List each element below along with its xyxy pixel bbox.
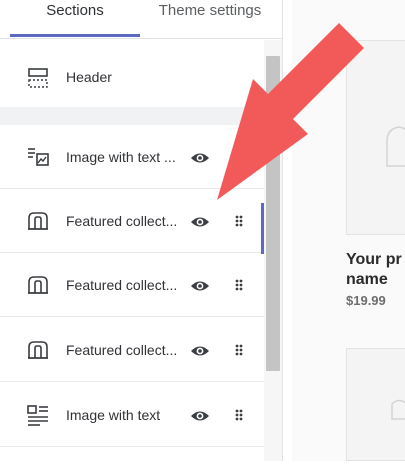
- product-price: $19.99: [346, 293, 386, 308]
- section-item-header[interactable]: Header: [0, 45, 264, 107]
- product-placeholder-icon: [386, 126, 405, 167]
- section-label: Image with text ...: [66, 149, 176, 165]
- section-item-featured-collection[interactable]: Featured collect...: [0, 189, 264, 253]
- section-label: Header: [66, 69, 112, 85]
- sections-panel: Sections Theme settings Header Image wit…: [0, 0, 283, 461]
- drag-handle-icon[interactable]: [233, 408, 245, 422]
- active-tab-indicator: [10, 34, 140, 37]
- eye-icon[interactable]: [190, 343, 210, 359]
- text-columns-icon: [27, 405, 48, 426]
- image-with-text-icon: [28, 148, 49, 166]
- section-label: Image with text: [66, 407, 161, 423]
- drag-handle-icon[interactable]: [233, 214, 245, 228]
- eye-icon[interactable]: [190, 214, 210, 230]
- section-item-featured-collection[interactable]: Featured collect...: [0, 318, 264, 382]
- eye-icon[interactable]: [190, 278, 210, 294]
- tab-sections-label: Sections: [46, 2, 104, 19]
- tab-theme-settings-label: Theme settings: [158, 2, 262, 19]
- eye-icon[interactable]: [190, 150, 210, 166]
- tab-sections[interactable]: Sections: [10, 0, 140, 36]
- collection-icon: [28, 276, 48, 294]
- header-layout-icon: [28, 68, 48, 88]
- tab-theme-settings[interactable]: Theme settings: [146, 0, 274, 36]
- eye-icon[interactable]: [190, 408, 210, 424]
- section-item-image-with-text[interactable]: Image with text: [0, 383, 264, 447]
- section-label: Featured collect...: [66, 342, 178, 358]
- section-item-image-with-text[interactable]: Image with text ...: [0, 125, 264, 189]
- product-image-placeholder[interactable]: [346, 40, 405, 235]
- section-label: Featured collect...: [66, 213, 178, 229]
- section-item-featured-collection[interactable]: Featured collect...: [0, 253, 264, 317]
- drag-handle-icon[interactable]: [233, 278, 245, 292]
- product-image-placeholder[interactable]: [346, 348, 405, 461]
- product-placeholder-icon: [391, 399, 405, 420]
- divider: [0, 107, 264, 125]
- tab-bar: Sections Theme settings: [0, 0, 282, 39]
- collection-icon: [28, 212, 48, 230]
- collection-icon: [28, 341, 48, 359]
- product-title[interactable]: Your pr name: [346, 250, 405, 290]
- drag-handle-icon[interactable]: [233, 343, 245, 357]
- scrollbar-thumb[interactable]: [266, 56, 280, 371]
- section-label: Featured collect...: [66, 277, 178, 293]
